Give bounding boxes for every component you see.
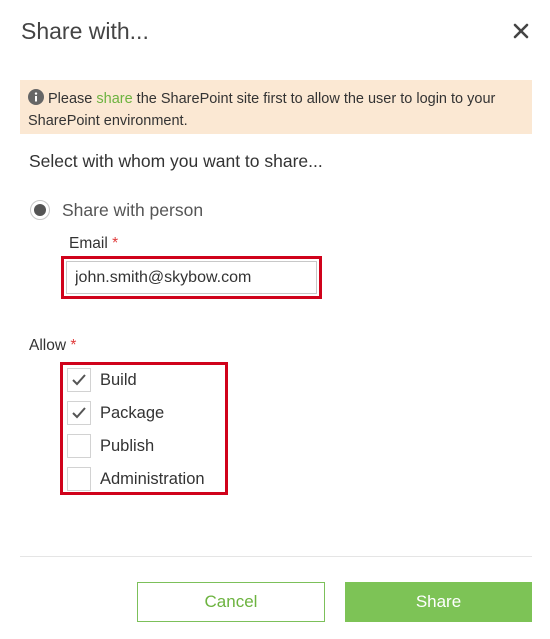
info-banner: Please share the SharePoint site first t… [20, 80, 532, 134]
share-site-link[interactable]: share [96, 91, 132, 107]
close-icon[interactable] [512, 22, 530, 40]
info-text-prefix: Please [48, 91, 97, 107]
allow-label: Allow * [29, 337, 76, 355]
share-with-person-radio[interactable]: Share with person [30, 198, 203, 222]
info-icon [28, 89, 44, 105]
publish-label: Publish [100, 436, 155, 455]
required-mark: * [112, 235, 119, 252]
allow-option-publish[interactable]: Publish [67, 434, 154, 458]
radio-button[interactable] [30, 200, 50, 220]
email-label-text: Email [69, 235, 108, 252]
share-subtitle: Select with whom you want to share... [29, 151, 323, 171]
email-label: Email * [69, 235, 118, 253]
checkmark-icon [72, 374, 86, 386]
share-dialog: Share with... Please share the SharePoin… [0, 0, 550, 639]
radio-selected-dot [34, 204, 46, 216]
administration-checkbox[interactable] [67, 467, 91, 491]
publish-checkbox[interactable] [67, 434, 91, 458]
administration-label: Administration [100, 469, 205, 488]
cancel-button[interactable]: Cancel [137, 582, 325, 622]
allow-option-administration[interactable]: Administration [67, 467, 205, 491]
allow-label-text: Allow [29, 337, 67, 354]
allow-option-package[interactable]: Package [67, 401, 164, 425]
email-field[interactable] [66, 261, 317, 294]
build-label: Build [100, 370, 137, 389]
required-mark: * [70, 337, 77, 354]
allow-option-build[interactable]: Build [67, 368, 137, 392]
footer-divider [20, 556, 532, 557]
dialog-title: Share with... [21, 18, 149, 44]
radio-label: Share with person [62, 199, 204, 220]
build-checkbox[interactable] [67, 368, 91, 392]
package-label: Package [100, 403, 165, 422]
share-button[interactable]: Share [345, 582, 532, 622]
checkmark-icon [72, 407, 86, 419]
package-checkbox[interactable] [67, 401, 91, 425]
